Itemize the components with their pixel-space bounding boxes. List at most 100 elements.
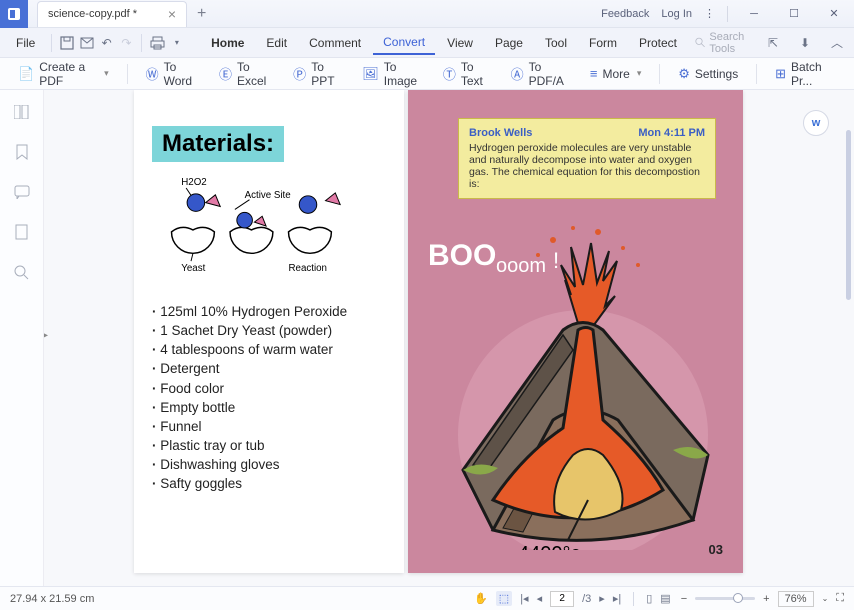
form-menu[interactable]: Form — [579, 32, 627, 54]
to-word-button[interactable]: ⓌTo Word — [138, 57, 207, 91]
to-ppt-button[interactable]: ⓅTo PPT — [285, 57, 350, 91]
page-number: 03 — [709, 542, 723, 557]
convert-menu[interactable]: Convert — [373, 31, 435, 55]
boom-text: BOO — [428, 239, 496, 272]
settings-button[interactable]: ⚙Settings — [670, 63, 746, 85]
page-total: /3 — [582, 593, 591, 605]
to-text-button[interactable]: ⓉTo Text — [435, 57, 499, 91]
materials-list: 125ml 10% Hydrogen Peroxide 1 Sachet Dry… — [134, 282, 404, 494]
left-sidebar — [0, 90, 44, 586]
view-menu[interactable]: View — [437, 32, 483, 54]
mail-icon[interactable] — [78, 32, 96, 54]
batch-button[interactable]: ⊞Batch Pr... — [767, 57, 844, 91]
list-item: Empty bottle — [152, 398, 386, 417]
list-item: Dishwashing gloves — [152, 455, 386, 474]
app-logo — [0, 0, 28, 28]
page-right: Brook Wells Mon 4:11 PM Hydrogen peroxid… — [408, 90, 743, 573]
share-icon[interactable]: ⇱ — [762, 32, 784, 54]
search-tools[interactable]: Search Tools — [695, 31, 760, 55]
zoom-out-icon[interactable]: − — [681, 593, 687, 605]
svg-text:ooom: ooom — [496, 255, 546, 277]
zoom-slider[interactable] — [695, 597, 755, 600]
statusbar: 27.94 x 21.59 cm ✋ ⬚ |◂ ◂ /3 ▸ ▸| ▯ ▤ − … — [0, 586, 854, 610]
list-item: 4 tablespoons of warm water — [152, 340, 386, 359]
zoom-value: 76% — [778, 591, 814, 607]
zoom-controls: − + 76% ⌄ ⛶ — [681, 591, 844, 607]
create-pdf-button[interactable]: 📄Create a PDF▾ — [10, 57, 117, 91]
document-canvas[interactable]: ▸ w Materials: H2O2 Active Site Yeast Re… — [44, 90, 854, 586]
kebab-icon[interactable]: ⋮ — [704, 7, 715, 20]
menubar: File ↶ ↷ ▾ Home Edit Comment Convert Vie… — [0, 28, 854, 58]
list-item: Funnel — [152, 417, 386, 436]
search-pane-icon[interactable] — [12, 262, 32, 282]
temperature-label: 4400°c — [518, 543, 581, 550]
main-area: ▸ w Materials: H2O2 Active Site Yeast Re… — [0, 90, 854, 586]
login-link[interactable]: Log In — [661, 8, 692, 20]
page-nav: ✋ ⬚ |◂ ◂ /3 ▸ ▸| ▯ ▤ — [474, 591, 671, 607]
file-menu[interactable]: File — [6, 32, 45, 54]
hand-tool-icon[interactable]: ✋ — [474, 592, 488, 605]
zoom-in-icon[interactable]: + — [763, 593, 769, 605]
save-icon[interactable] — [58, 32, 76, 54]
to-image-button[interactable]: 🖼To Image — [354, 57, 431, 91]
list-item: Safty goggles — [152, 474, 386, 493]
to-pdfa-button[interactable]: ⒶTo PDF/A — [503, 57, 578, 91]
materials-heading: Materials: — [152, 126, 284, 162]
page-dimensions: 27.94 x 21.59 cm — [10, 593, 94, 605]
attachment-icon[interactable] — [12, 222, 32, 242]
label-yeast: Yeast — [181, 263, 205, 274]
list-item: Plastic tray or tub — [152, 436, 386, 455]
home-menu[interactable]: Home — [201, 32, 254, 54]
first-page-icon[interactable]: |◂ — [520, 592, 528, 605]
zoom-dd-icon[interactable]: ⌄ — [822, 594, 829, 603]
select-tool-icon[interactable]: ⬚ — [496, 591, 512, 606]
close-window-button[interactable]: ✕ — [820, 0, 848, 28]
document-tab[interactable]: science-copy.pdf * × — [37, 1, 187, 27]
comment-pane-icon[interactable] — [12, 182, 32, 202]
print-icon[interactable] — [148, 32, 166, 54]
cloud-icon[interactable]: ⬇ — [794, 32, 816, 54]
volcano-illustration: BOO ooom ! 4400°c — [423, 220, 728, 550]
page-input[interactable] — [550, 591, 574, 607]
tab-close-icon[interactable]: × — [168, 6, 176, 22]
more-button[interactable]: ≡More▾ — [582, 63, 649, 84]
comment-menu[interactable]: Comment — [299, 32, 371, 54]
note-author: Brook Wells — [469, 127, 532, 139]
next-page-icon[interactable]: ▸ — [599, 592, 605, 605]
minimize-button[interactable]: ─ — [740, 0, 768, 28]
undo-icon[interactable]: ↶ — [98, 32, 116, 54]
tool-menu[interactable]: Tool — [535, 32, 577, 54]
feedback-link[interactable]: Feedback — [601, 8, 649, 20]
sticky-note[interactable]: Brook Wells Mon 4:11 PM Hydrogen peroxid… — [458, 118, 716, 199]
prev-page-icon[interactable]: ◂ — [537, 592, 543, 605]
list-item: 125ml 10% Hydrogen Peroxide — [152, 302, 386, 321]
tab-title: science-copy.pdf * — [48, 8, 137, 20]
view-single-icon[interactable]: ▯ — [646, 592, 652, 605]
protect-menu[interactable]: Protect — [629, 32, 687, 54]
toolbar: 📄Create a PDF▾ ⓌTo Word ⒺTo Excel ⓅTo PP… — [0, 58, 854, 90]
bookmark-icon[interactable] — [12, 142, 32, 162]
print-dd-icon[interactable]: ▾ — [168, 32, 186, 54]
thumbnails-icon[interactable] — [12, 102, 32, 122]
note-time: Mon 4:11 PM — [638, 127, 705, 139]
to-excel-button[interactable]: ⒺTo Excel — [211, 57, 281, 91]
list-item: Detergent — [152, 359, 386, 378]
view-continuous-icon[interactable]: ▤ — [660, 592, 670, 605]
collapse-ribbon-icon[interactable]: ︿ — [826, 32, 848, 54]
maximize-button[interactable]: ☐ — [780, 0, 808, 28]
list-item: 1 Sachet Dry Yeast (powder) — [152, 321, 386, 340]
label-reaction: Reaction — [289, 263, 327, 274]
last-page-icon[interactable]: ▸| — [613, 592, 621, 605]
edit-menu[interactable]: Edit — [256, 32, 297, 54]
fullscreen-icon[interactable]: ⛶ — [836, 592, 844, 605]
enzyme-diagram: H2O2 Active Site Yeast Reaction — [134, 172, 404, 282]
word-export-badge[interactable]: w — [803, 110, 829, 136]
svg-text:!: ! — [553, 248, 559, 273]
label-active-site: Active Site — [245, 190, 291, 201]
note-body: Hydrogen peroxide molecules are very uns… — [469, 142, 705, 190]
label-h2o2: H2O2 — [181, 177, 206, 188]
new-tab-icon[interactable]: + — [197, 5, 206, 23]
list-item: Food color — [152, 379, 386, 398]
redo-icon[interactable]: ↷ — [118, 32, 136, 54]
page-menu[interactable]: Page — [485, 32, 533, 54]
